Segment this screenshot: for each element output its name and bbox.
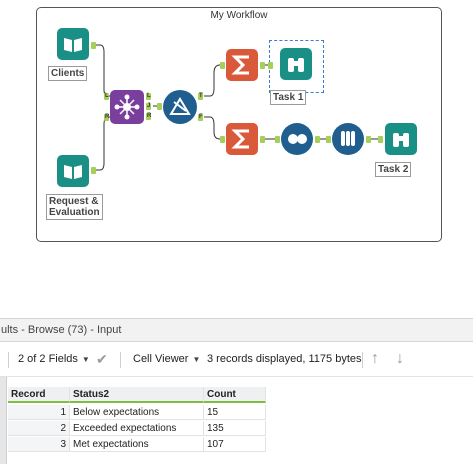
- browse-input-anchor[interactable]: [268, 62, 273, 69]
- filter-tool[interactable]: [163, 90, 197, 124]
- summarize-tool-1[interactable]: [226, 49, 258, 81]
- table-row-record[interactable]: 1: [8, 405, 70, 420]
- results-toolbar: 2 of 2 Fields ▼ ✔ Cell Viewer ▼ 3 records …: [0, 342, 473, 377]
- unique-input-anchor[interactable]: [275, 136, 280, 143]
- summarize-input-anchor[interactable]: [220, 136, 225, 143]
- book-icon: [64, 165, 82, 179]
- toolbar-separator: [8, 352, 9, 368]
- join-out-join-label: J: [147, 103, 151, 109]
- summarize-tool-2[interactable]: [226, 123, 258, 155]
- column-header-status2[interactable]: Status2: [70, 387, 204, 403]
- results-title: ults - Browse (73) - Input: [0, 319, 473, 342]
- formula-tool[interactable]: [332, 123, 364, 155]
- fields-dropdown[interactable]: 2 of 2 Fields ▼: [18, 342, 90, 376]
- fields-label: 2 of 2 Fields: [18, 353, 78, 365]
- arrow-up-icon[interactable]: ↑: [371, 342, 379, 376]
- join-tool[interactable]: [110, 90, 144, 124]
- table-cell-status[interactable]: Below expectations: [70, 405, 204, 420]
- unique-icon: [288, 134, 307, 144]
- test-tubes-icon: [341, 131, 355, 146]
- results-panel: ults - Browse (73) - Input 2 of 2 Fields…: [0, 318, 473, 464]
- binoculars-icon: [288, 58, 304, 72]
- toolbar-separator: [120, 352, 121, 368]
- filter-false-label: F: [199, 114, 203, 120]
- browse-input-anchor[interactable]: [378, 136, 383, 143]
- filter-input-anchor[interactable]: [157, 103, 162, 110]
- tool-label-clients: Clients: [48, 66, 88, 81]
- binoculars-icon: [393, 133, 409, 147]
- filter-icon: [169, 97, 191, 115]
- join-left-label: L: [105, 93, 109, 99]
- book-icon: [64, 38, 82, 52]
- table-cell-status[interactable]: Met expectations: [70, 437, 204, 452]
- cell-viewer-dropdown[interactable]: Cell Viewer ▼: [133, 342, 200, 376]
- table-cell-count[interactable]: 15: [204, 405, 266, 420]
- checkmark-icon[interactable]: ✔: [96, 342, 108, 376]
- column-header-count[interactable]: Count: [204, 387, 266, 403]
- sigma-icon: [231, 55, 249, 75]
- browse-tool-task1[interactable]: [280, 48, 312, 80]
- join-icon: [114, 94, 140, 120]
- filter-true-label: T: [199, 93, 203, 99]
- browse-tool-task2[interactable]: [385, 123, 417, 155]
- side-strip: [0, 377, 7, 464]
- toolbar-separator: [362, 352, 363, 368]
- unique-tool[interactable]: [281, 123, 313, 155]
- tool-label-task2: Task 2: [375, 162, 412, 177]
- formula-output-anchor[interactable]: [366, 136, 371, 143]
- workflow-canvas[interactable]: My Workflow Clients Request & Evaluation…: [0, 0, 473, 300]
- column-header-record[interactable]: Record: [8, 387, 70, 403]
- unique-output-anchor[interactable]: [315, 136, 320, 143]
- cell-viewer-label: Cell Viewer: [133, 353, 189, 365]
- join-out-right-label: R: [147, 113, 152, 119]
- table-cell-status[interactable]: Exceeded expectations: [70, 421, 204, 436]
- sigma-icon: [231, 129, 249, 149]
- output-anchor[interactable]: [91, 167, 96, 174]
- output-anchor[interactable]: [91, 42, 96, 49]
- table-row-record[interactable]: 3: [8, 437, 70, 452]
- tool-label-task1: Task 1: [270, 90, 307, 105]
- formula-input-anchor[interactable]: [326, 136, 331, 143]
- summarize-output-anchor[interactable]: [260, 136, 265, 143]
- join-right-label: R: [105, 114, 110, 120]
- input-data-tool-request[interactable]: [57, 155, 89, 187]
- records-status: 3 records displayed, 1175 bytes: [207, 353, 362, 365]
- table-row-record[interactable]: 2: [8, 421, 70, 436]
- summarize-output-anchor[interactable]: [260, 62, 265, 69]
- arrow-down-icon[interactable]: ↓: [396, 342, 404, 376]
- input-data-tool-clients[interactable]: [57, 28, 89, 60]
- chevron-down-icon: ▼: [81, 355, 90, 364]
- join-out-left-label: L: [147, 93, 151, 99]
- table-cell-count[interactable]: 135: [204, 421, 266, 436]
- tool-label-request: Request & Evaluation: [46, 194, 103, 220]
- chevron-down-icon: ▼: [192, 355, 201, 364]
- summarize-input-anchor[interactable]: [220, 62, 225, 69]
- table-cell-count[interactable]: 107: [204, 437, 266, 452]
